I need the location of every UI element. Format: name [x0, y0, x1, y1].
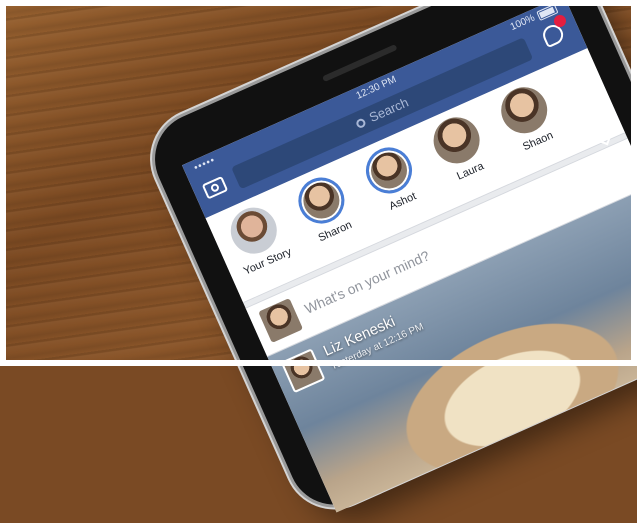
post-photo — [378, 278, 637, 513]
story-your-story[interactable]: Your Story — [214, 196, 300, 280]
story-ashot[interactable]: Ashot — [349, 136, 435, 220]
search-icon — [354, 117, 367, 130]
avatar — [258, 298, 304, 343]
story-shaon[interactable]: Shaon — [485, 76, 571, 160]
battery-percentage: 100% — [508, 12, 537, 34]
story-sharon[interactable]: Sharon — [282, 166, 368, 250]
avatar[interactable] — [280, 348, 326, 394]
search-placeholder: Search — [366, 94, 411, 126]
camera-icon[interactable] — [201, 175, 229, 200]
story-laura[interactable]: Laura — [417, 106, 503, 190]
